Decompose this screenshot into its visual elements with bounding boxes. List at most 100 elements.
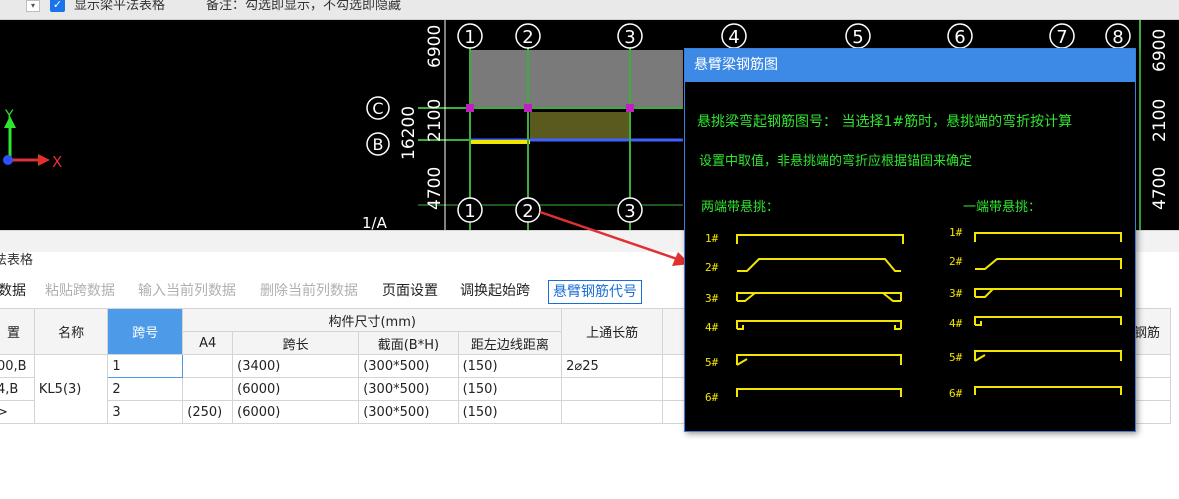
rebar-shape-both-1[interactable] [736, 234, 904, 244]
group-header-size: 构件尺寸(mm) [182, 308, 563, 332]
one-label-4: 4# [949, 317, 963, 330]
cell-section[interactable]: (300*500) [358, 377, 459, 401]
col-span-no-header[interactable]: 跨号 [107, 308, 184, 355]
cantilever-rebar-popup[interactable]: 悬臂梁钢筋图 悬挑梁弯起钢筋图号： 当选择1#筋时，悬挑端的弯折按计算 设置中取… [684, 48, 1136, 432]
axis-number-bottom-1: 1 [464, 201, 475, 222]
cell-section[interactable]: (300*500) [358, 354, 459, 378]
rebar-shape-both-6[interactable] [736, 388, 902, 397]
axis-number-7: 7 [1056, 27, 1067, 48]
show-table-checkbox[interactable]: ✓ [50, 0, 65, 12]
show-table-label: 显示梁平法表格 [74, 0, 166, 13]
tb-input-column-button[interactable]: 输入当前列数据 [138, 280, 236, 304]
axis-number-5: 5 [852, 27, 863, 48]
dim-6900-right: 6900 [1150, 29, 1170, 72]
one-label-1: 1# [949, 226, 963, 239]
origin-point [3, 155, 13, 165]
cell-span-length[interactable]: (6000) [232, 400, 360, 424]
rebar-shape-one-1[interactable] [974, 232, 1122, 242]
tb-swap-start-span-button[interactable]: 调换起始跨 [460, 280, 530, 304]
cell-position[interactable]: > [0, 400, 35, 424]
both-label-6: 6# [705, 391, 719, 404]
dropdown-arrow-icon[interactable]: ▾ [26, 0, 40, 12]
cell-name[interactable]: KL5(3) [33, 354, 109, 424]
tb-cantilever-code-button[interactable]: 悬臂钢筋代号 [548, 280, 642, 304]
rebar-shape-both-2[interactable] [737, 258, 901, 272]
rebar-shape-both-3[interactable] [736, 292, 902, 302]
axis-number-6: 6 [954, 27, 965, 48]
tb-delete-column-button[interactable]: 删除当前列数据 [260, 280, 358, 304]
cell-top-long-bar[interactable] [561, 377, 664, 401]
app-root: ▾ ✓ 显示梁平法表格 备注：勾选即显示，不勾选即隐藏 1 2 3 4 5 6 … [0, 0, 1179, 499]
rebar-shape-one-4[interactable] [974, 316, 1122, 326]
cell-span-no[interactable]: 1 [107, 354, 184, 378]
dim-2100-left: 2100 [425, 99, 445, 142]
cell-span-length[interactable]: (3400) [232, 354, 360, 378]
rebar-shape-one-2[interactable] [975, 258, 1122, 270]
axis-number-2: 2 [522, 27, 533, 48]
axis-number-bottom-2: 2 [522, 201, 533, 222]
rebar-shape-both-4[interactable] [736, 320, 902, 330]
axis-bubble-6: 6 [947, 23, 973, 49]
cell-span-no[interactable]: 2 [107, 377, 184, 401]
tb-paste-span-button[interactable]: 粘贴跨数据 [45, 280, 115, 304]
one-label-2: 2# [949, 255, 963, 268]
one-label-5: 5# [949, 351, 963, 364]
rebar-shape-one-3[interactable] [974, 288, 1122, 298]
cell-section[interactable]: (300*500) [358, 400, 459, 424]
slab-region [470, 50, 683, 108]
cell-position[interactable]: 00,B [0, 354, 35, 378]
cell-left-edge[interactable]: (150) [457, 377, 563, 401]
dim-2100-right: 2100 [1150, 99, 1170, 142]
partial-axis-label: 1/A [362, 214, 388, 230]
tb-data-button[interactable]: 数据 [0, 280, 26, 304]
axis-bubble-8: 8 [1105, 23, 1131, 49]
axis-bubble-1: 1 [457, 23, 483, 49]
dim-16200-left: 16200 [399, 106, 419, 160]
both-label-4: 4# [705, 321, 719, 334]
cell-left-edge[interactable]: (150) [457, 354, 563, 378]
both-label-3: 3# [705, 292, 719, 305]
col-span-length-header: 跨长 [232, 331, 360, 355]
beam-region [530, 112, 630, 140]
axis-number-bottom-3: 3 [624, 201, 635, 222]
col-a4-header: A4 [182, 331, 234, 355]
axis-bubble-bottom-3: 3 [617, 197, 643, 223]
col-left-edge-header: 距左边线距离 [457, 331, 563, 355]
one-label-6: 6# [949, 387, 963, 400]
cell-top-long-bar[interactable] [561, 400, 664, 424]
dim-4700-left: 4700 [425, 167, 445, 210]
axis-bubble-5: 5 [845, 23, 871, 49]
rebar-shapes: 1# 2# 3# 4# 5# 6# 1# 2# 3# 4# 5# 6# [705, 226, 1122, 404]
rebar-shape-both-5[interactable] [736, 354, 902, 366]
tb-page-setup-button[interactable]: 页面设置 [382, 280, 438, 304]
cell-span-no[interactable]: 3 [107, 400, 184, 424]
axis-bubble-bottom-2: 2 [515, 197, 541, 223]
col-position-header: 置 [0, 308, 35, 355]
dim-6900-left: 6900 [425, 25, 445, 68]
col-name-header: 名称 [33, 308, 109, 355]
axis-bubble-4: 4 [721, 23, 747, 49]
axis-bubble-bottom-1: 1 [457, 197, 483, 223]
cell-position[interactable]: 4,B [0, 377, 35, 401]
rebar-shape-one-6[interactable] [974, 386, 1122, 395]
cell-top-long-bar[interactable]: 2⌀25 [561, 354, 664, 378]
row-letter-c: C [372, 99, 383, 118]
one-label-3: 3# [949, 287, 963, 300]
both-label-5: 5# [705, 356, 719, 369]
dim-4700-right: 4700 [1150, 167, 1170, 210]
cell-a4[interactable] [182, 354, 234, 378]
cell-left-edge[interactable]: (150) [457, 400, 563, 424]
axis-number-4: 4 [728, 27, 739, 48]
axis-number-8: 8 [1112, 27, 1123, 48]
col-section-header: 截面(B*H) [358, 331, 459, 355]
cell-a4[interactable] [182, 377, 234, 401]
cell-a4[interactable]: (250) [182, 400, 234, 424]
axis-bubble-7: 7 [1049, 23, 1075, 49]
axis-bubble-3: 3 [617, 23, 643, 49]
cell-span-length[interactable]: (6000) [232, 377, 360, 401]
y-axis-label: Y [4, 108, 14, 124]
col-top-long-bar-header: 上通长筋 [561, 308, 664, 355]
axis-bubble-2: 2 [515, 23, 541, 49]
rebar-shape-one-5[interactable] [974, 350, 1122, 362]
x-axis-label: X [52, 153, 62, 171]
